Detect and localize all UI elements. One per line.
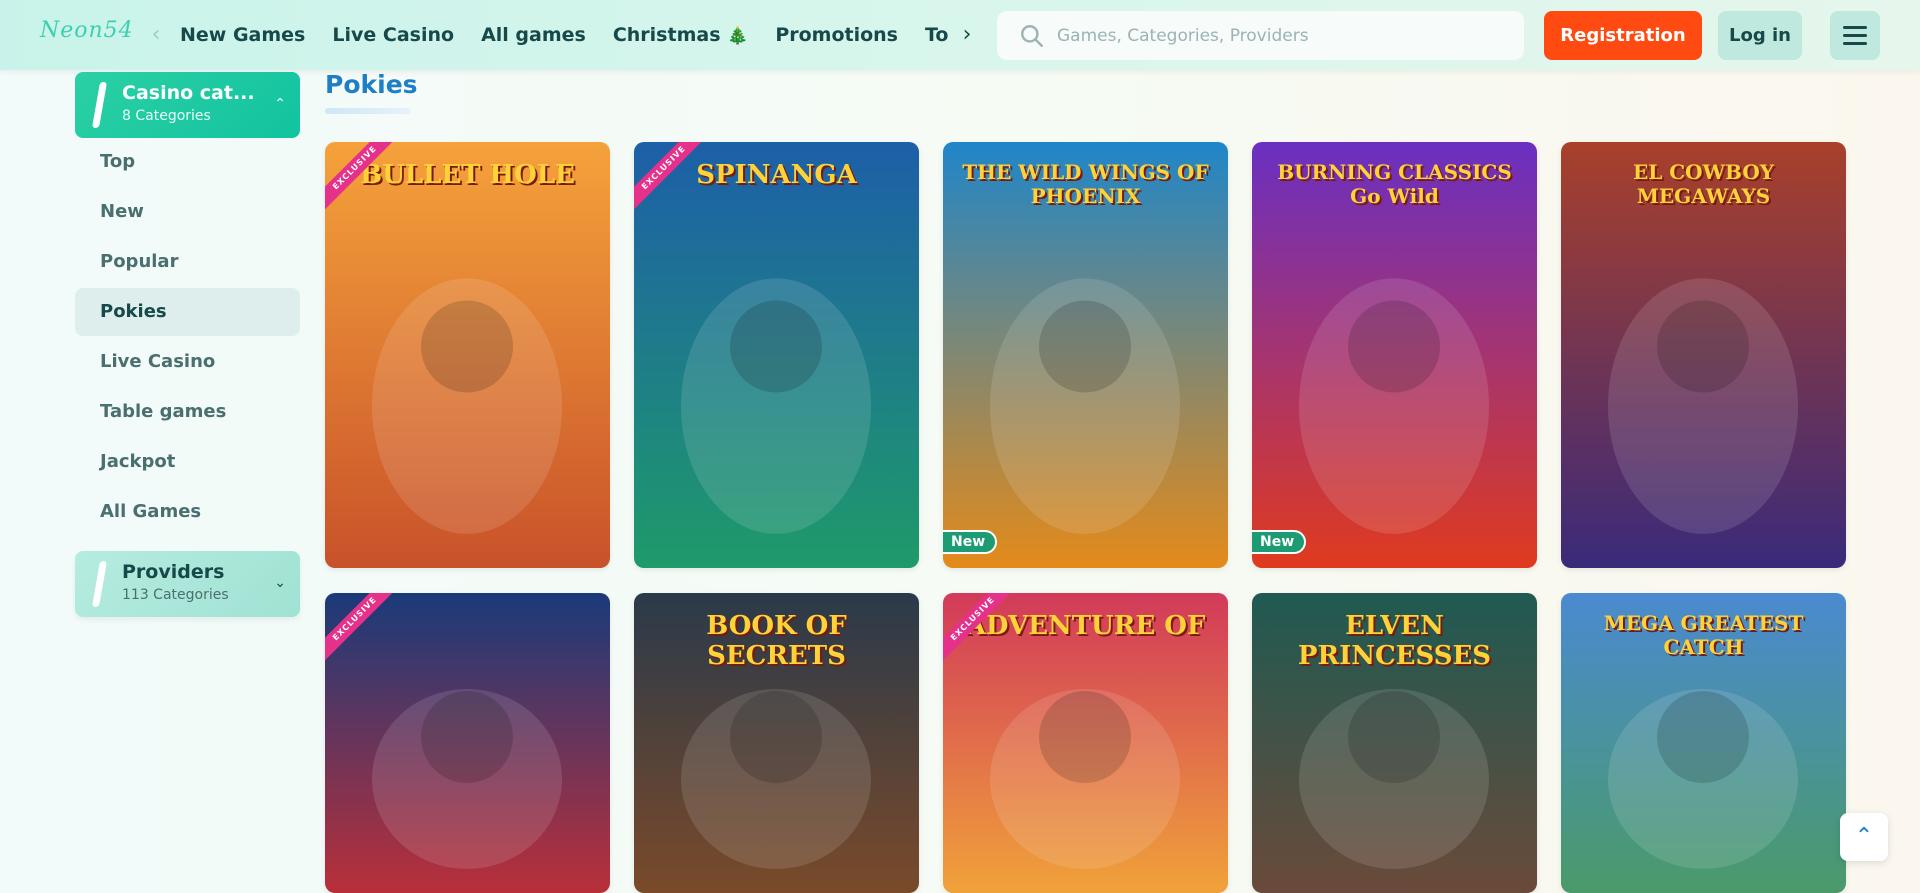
game-card[interactable]: SPINANGA EXCLUSIVE: [634, 142, 919, 568]
nav-all-games[interactable]: All games: [481, 22, 586, 48]
game-thumbnail: [634, 142, 919, 568]
nav-promotions[interactable]: Promotions: [775, 22, 898, 48]
casino-categories-toggle[interactable]: Casino cat... 8 Categories ⌃: [75, 72, 300, 138]
search-input[interactable]: [1057, 25, 1497, 46]
sidebar-item-jackpot[interactable]: Jackpot: [75, 438, 300, 486]
nav-scroll-right-icon[interactable]: ›: [957, 22, 977, 48]
game-card[interactable]: BURNING CLASSICS Go Wild New: [1252, 142, 1537, 568]
nav-tournaments[interactable]: Tournamer: [925, 22, 948, 48]
game-title: THE WILD WINGS OF PHOENIX: [962, 160, 1209, 208]
game-title: BOOK OF SECRETS: [706, 611, 847, 671]
game-card[interactable]: BULLET HOLE EXCLUSIVE: [325, 142, 610, 568]
new-badge: New: [1252, 530, 1307, 554]
nav-live-casino[interactable]: Live Casino: [332, 22, 454, 48]
game-card[interactable]: ELVEN PRINCESSES: [1252, 593, 1537, 893]
sidebar-item-table-games[interactable]: Table games: [75, 388, 300, 436]
hamburger-menu-icon[interactable]: [1830, 11, 1880, 60]
sidebar-item-new[interactable]: New: [75, 188, 300, 236]
game-title: BURNING CLASSICS Go Wild: [1277, 160, 1512, 208]
providers-count: 113 Categories: [122, 587, 229, 603]
nav-scroll-left-icon[interactable]: ‹: [146, 22, 166, 48]
nav-christmas-label: Christmas: [612, 24, 721, 46]
casino-categories-count: 8 Categories: [122, 108, 211, 124]
sidebar-item-all-games[interactable]: All Games: [75, 488, 300, 536]
game-card[interactable]: MEGA GREATEST CATCH: [1561, 593, 1846, 893]
chevron-up-icon: ⌃: [274, 96, 286, 112]
game-card[interactable]: ADVENTURE OF EXCLUSIVE: [943, 593, 1228, 893]
sidebar-item-live-casino[interactable]: Live Casino: [75, 338, 300, 386]
scroll-to-top-button[interactable]: ⌃: [1840, 813, 1888, 861]
registration-button[interactable]: Registration: [1544, 11, 1702, 60]
christmas-tree-icon: 🎄: [727, 26, 749, 46]
game-card[interactable]: EXCLUSIVE: [325, 593, 610, 893]
sidebar-item-top[interactable]: Top: [75, 138, 300, 186]
top-header: Neon54 ‹ New Games Live Casino All games…: [0, 0, 1920, 70]
game-thumbnail: [325, 593, 610, 893]
page-title: Pokies: [325, 70, 418, 99]
login-button[interactable]: Log in: [1718, 11, 1802, 60]
top-nav: New Games Live Casino All games Christma…: [180, 22, 948, 48]
providers-toggle[interactable]: Providers 113 Categories ⌄: [75, 551, 300, 617]
chevron-down-icon: ⌄: [274, 575, 286, 591]
sidebar-item-pokies[interactable]: Pokies: [75, 288, 300, 336]
title-underline: [325, 108, 411, 114]
accent-bar: [91, 82, 108, 128]
new-badge: New: [943, 530, 998, 554]
game-title: EL COWBOY MEGAWAYS: [1632, 160, 1775, 208]
providers-title: Providers: [122, 561, 225, 583]
casino-categories-title: Casino cat...: [122, 82, 255, 104]
nav-christmas[interactable]: Christmas 🎄: [613, 22, 748, 48]
sidebar-item-popular[interactable]: Popular: [75, 238, 300, 286]
game-title: ELVEN PRINCESSES: [1297, 611, 1492, 671]
search-box[interactable]: [997, 11, 1524, 60]
game-card[interactable]: THE WILD WINGS OF PHOENIX New: [943, 142, 1228, 568]
site-logo[interactable]: Neon54: [40, 18, 134, 43]
game-title: MEGA GREATEST CATCH: [1603, 611, 1804, 659]
game-card[interactable]: BOOK OF SECRETS: [634, 593, 919, 893]
nav-new-games[interactable]: New Games: [180, 22, 305, 48]
game-thumbnail: [325, 142, 610, 568]
accent-bar: [91, 561, 108, 607]
game-card[interactable]: EL COWBOY MEGAWAYS: [1561, 142, 1846, 568]
search-icon: [1021, 24, 1043, 47]
